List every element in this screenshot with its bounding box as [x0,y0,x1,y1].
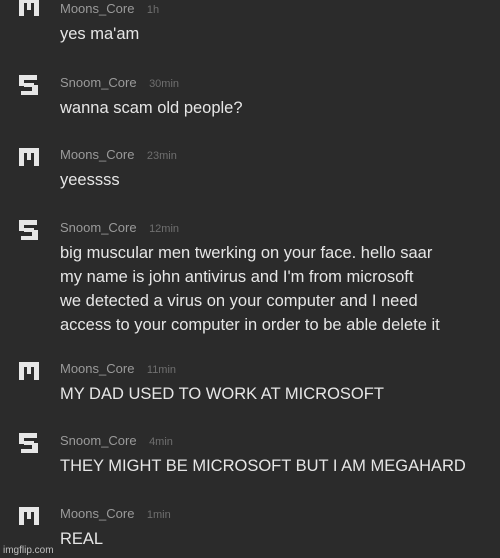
message-text: THEY MIGHT BE MICROSOFT BUT I AM MEGAHAR… [60,454,490,478]
timestamp: 30min [149,78,180,90]
moons-avatar-icon[interactable] [18,505,40,527]
message-text: big muscular men twerking on your face. … [60,241,490,337]
moons-avatar-icon[interactable] [18,360,40,382]
timestamp: 1min [146,509,171,521]
timestamp: 4min [149,436,173,448]
message-line: REAL [60,530,104,548]
snoom-avatar-icon[interactable] [18,219,40,241]
message-line: access to your computer in order to be a… [60,316,440,334]
snoom-avatar-icon[interactable] [18,432,40,454]
message-line: my name is john antivirus and I'm from m… [60,268,414,286]
username[interactable]: Moons_Core [60,361,134,376]
username[interactable]: Snoom_Core [60,433,137,448]
message-line: wanna scam old people? [60,99,243,117]
message-text: wanna scam old people? [60,96,490,120]
message-text: yeessss [60,168,490,192]
moons-avatar-icon[interactable] [18,0,40,18]
username[interactable]: Moons_Core [60,147,134,162]
username[interactable]: Moons_Core [60,1,134,16]
snoom-avatar-icon[interactable] [18,74,40,96]
username[interactable]: Moons_Core [60,506,134,521]
moons-avatar-icon[interactable] [18,146,40,168]
timestamp: 11min [146,364,177,376]
message-line: MY DAD USED TO WORK AT MICROSOFT [60,385,384,403]
message-line: THEY MIGHT BE MICROSOFT BUT I AM MEGAHAR… [60,457,466,475]
timestamp: 23min [146,150,177,162]
imgflip-watermark: imgflip.com [3,545,54,556]
message-line: we detected a virus on your computer and… [60,292,418,310]
message-text: yes ma'am [60,22,490,46]
message-line: big muscular men twerking on your face. … [60,244,433,262]
timestamp: 12min [149,223,180,235]
username[interactable]: Snoom_Core [60,220,137,235]
message-line: yes ma'am [60,25,140,43]
message-text: REAL [60,527,490,551]
timestamp: 1h [146,4,160,16]
message-line: yeessss [60,171,120,189]
message-text: MY DAD USED TO WORK AT MICROSOFT [60,382,490,406]
username[interactable]: Snoom_Core [60,75,137,90]
